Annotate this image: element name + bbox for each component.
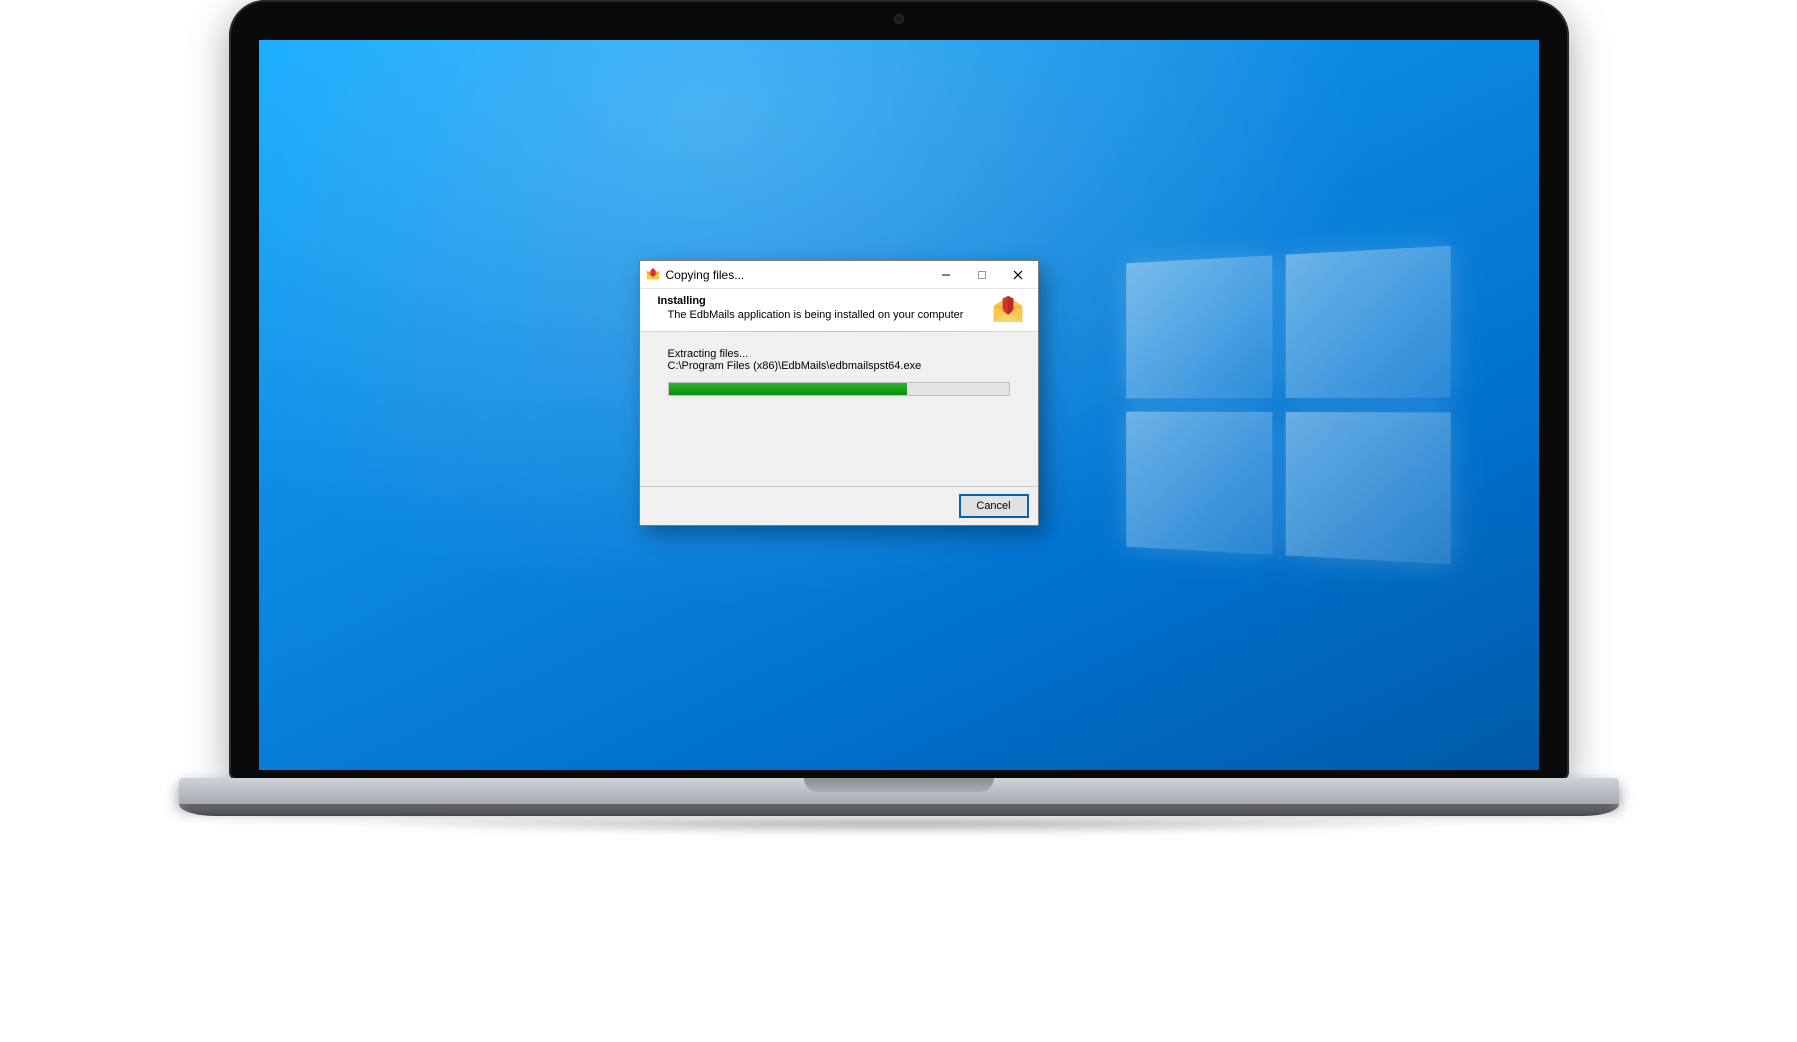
laptop-base: [179, 778, 1619, 834]
dialog-footer: Cancel: [640, 486, 1038, 525]
window-title: Copying files...: [666, 268, 745, 282]
path-line: C:\Program Files (x86)\EdbMails\edbmails…: [668, 360, 1010, 372]
camera-dot: [894, 14, 904, 24]
laptop-frame: Copying files... Installing Th: [179, 0, 1619, 834]
laptop-lid: Copying files... Installing Th: [229, 0, 1569, 780]
maximize-button[interactable]: [964, 261, 1000, 289]
edbmails-app-icon: [646, 268, 660, 282]
progress-bar: [668, 382, 1010, 396]
titlebar[interactable]: Copying files...: [640, 261, 1038, 289]
close-button[interactable]: [1000, 261, 1036, 289]
maximize-icon: [977, 270, 987, 280]
dialog-body: Extracting files... C:\Program Files (x8…: [640, 332, 1038, 486]
cancel-button[interactable]: Cancel: [960, 495, 1028, 517]
installer-dialog: Copying files... Installing Th: [639, 260, 1039, 526]
minimize-icon: [941, 270, 951, 280]
progress-fill: [669, 383, 907, 395]
minimize-button[interactable]: [928, 261, 964, 289]
desktop-screen: Copying files... Installing Th: [259, 40, 1539, 770]
status-line: Extracting files...: [668, 348, 1010, 360]
dialog-header: Installing The EdbMails application is b…: [640, 289, 1038, 332]
envelope-shield-icon: [990, 295, 1026, 325]
windows-logo: [1126, 246, 1450, 565]
header-title: Installing: [658, 295, 964, 307]
header-subtitle: The EdbMails application is being instal…: [658, 309, 964, 321]
trackpad-notch: [804, 778, 994, 792]
close-icon: [1013, 270, 1023, 280]
